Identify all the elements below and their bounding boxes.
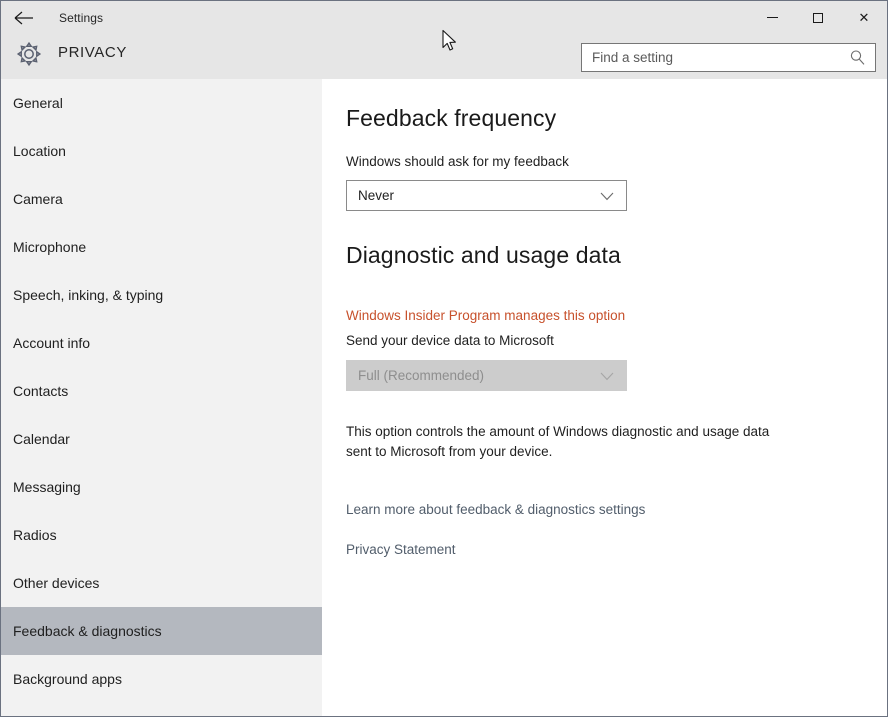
sidebar-item-label: Location <box>13 143 66 159</box>
sidebar-item-camera[interactable]: Camera <box>1 175 322 223</box>
search-icon[interactable] <box>849 49 866 66</box>
sidebar-item-background-apps[interactable]: Background apps <box>1 655 322 703</box>
send-device-data-value: Full (Recommended) <box>358 368 485 383</box>
sidebar-item-account-info[interactable]: Account info <box>1 319 322 367</box>
search-input[interactable] <box>582 44 834 71</box>
back-arrow-icon <box>14 11 33 24</box>
feedback-frequency-value: Never <box>358 188 395 203</box>
page-header: PRIVACY <box>1 34 887 79</box>
sidebar-item-label: Calendar <box>13 431 70 447</box>
minimize-icon <box>766 17 778 18</box>
diagnostic-description: This option controls the amount of Windo… <box>346 424 770 459</box>
sidebar-item-location[interactable]: Location <box>1 127 322 175</box>
sidebar-item-calendar[interactable]: Calendar <box>1 415 322 463</box>
chevron-down-icon <box>600 192 614 201</box>
sidebar-item-speech-inking-typing[interactable]: Speech, inking, & typing <box>1 271 322 319</box>
sidebar-item-label: Contacts <box>13 383 69 399</box>
title-bar: Settings ✕ <box>1 1 887 34</box>
app-title: Settings <box>59 10 104 25</box>
privacy-statement-link[interactable]: Privacy Statement <box>346 542 456 557</box>
send-device-data-label: Send your device data to Microsoft <box>346 333 554 348</box>
page-title: PRIVACY <box>58 44 127 61</box>
back-button[interactable] <box>1 1 47 34</box>
sidebar-item-label: Radios <box>13 527 57 543</box>
sidebar-item-label: General <box>13 95 63 111</box>
sidebar-item-messaging[interactable]: Messaging <box>1 463 322 511</box>
sidebar-item-radios[interactable]: Radios <box>1 511 322 559</box>
sidebar-item-label: Speech, inking, & typing <box>13 287 164 303</box>
sidebar-item-contacts[interactable]: Contacts <box>1 367 322 415</box>
gear-icon-wrap <box>11 36 47 72</box>
minimize-button[interactable] <box>749 1 795 34</box>
sidebar-item-label: Account info <box>13 335 91 351</box>
content-pane: Feedback frequency Windows should ask fo… <box>322 79 887 716</box>
chevron-down-icon <box>600 372 614 381</box>
sidebar-item-other-devices[interactable]: Other devices <box>1 559 322 607</box>
sidebar-item-label: Microphone <box>13 239 87 255</box>
sidebar-item-microphone[interactable]: Microphone <box>1 223 322 271</box>
sidebar-item-label: Other devices <box>13 575 100 591</box>
maximize-button[interactable] <box>795 1 841 34</box>
sidebar-item-feedback-diagnostics[interactable]: Feedback & diagnostics <box>1 607 322 655</box>
gear-icon <box>16 41 42 67</box>
close-button[interactable]: ✕ <box>841 1 887 34</box>
feedback-frequency-dropdown[interactable]: Never <box>346 180 627 211</box>
insider-program-warning: Windows Insider Program manages this opt… <box>346 308 626 323</box>
window-controls: ✕ <box>749 1 887 34</box>
sidebar-item-label: Messaging <box>13 479 81 495</box>
send-device-data-dropdown: Full (Recommended) <box>346 360 627 391</box>
search-box[interactable] <box>581 43 876 72</box>
sidebar: General Location Camera Microphone Speec… <box>1 79 322 716</box>
feedback-frequency-title: Feedback frequency <box>346 105 557 131</box>
diagnostic-usage-title: Diagnostic and usage data <box>346 242 621 268</box>
learn-more-link[interactable]: Learn more about feedback & diagnostics … <box>346 502 645 517</box>
feedback-frequency-label: Windows should ask for my feedback <box>346 154 569 169</box>
sidebar-item-label: Camera <box>13 191 63 207</box>
sidebar-item-label: Background apps <box>13 671 122 687</box>
settings-window: Settings ✕ PRIVACY Find a setting Genera… <box>0 0 888 717</box>
sidebar-item-general[interactable]: General <box>1 79 322 127</box>
sidebar-item-label: Feedback & diagnostics <box>13 623 162 639</box>
maximize-icon <box>813 12 823 23</box>
